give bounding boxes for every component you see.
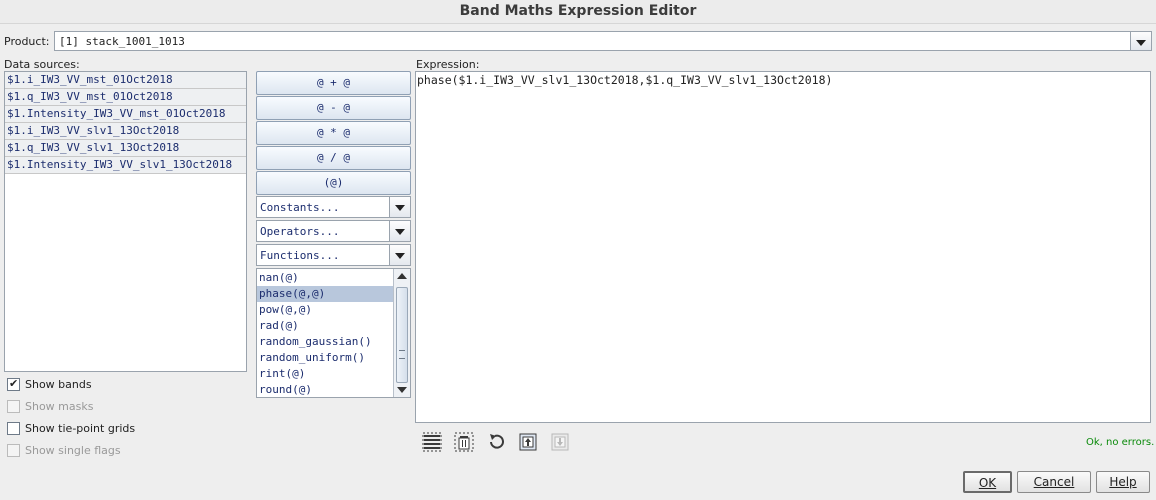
show-masks-checkbox[interactable]	[7, 400, 20, 413]
list-item[interactable]: random_uniform()	[257, 350, 394, 366]
import-icon[interactable]	[518, 432, 538, 452]
show-tie-point-grids-checkbox[interactable]	[7, 422, 20, 435]
constants-dropdown[interactable]: Constants...	[256, 196, 411, 218]
expression-label: Expression:	[416, 58, 480, 71]
grip-icon	[399, 350, 405, 359]
parentheses-button[interactable]: (@)	[256, 171, 411, 195]
list-item[interactable]: $1.i_IW3_VV_slv1_13Oct2018	[5, 123, 246, 140]
show-masks-label: Show masks	[25, 400, 94, 413]
functions-list[interactable]: nan(@) phase(@,@) pow(@,@) rad(@) random…	[256, 268, 411, 398]
expression-text: phase($1.i_IW3_VV_slv1_13Oct2018,$1.q_IW…	[417, 73, 833, 87]
divide-operator-button[interactable]: @ / @	[256, 146, 411, 170]
ok-button[interactable]: OK	[963, 471, 1012, 493]
show-tie-point-grids-label: Show tie-point grids	[25, 422, 136, 435]
list-item[interactable]: $1.Intensity_IW3_VV_mst_01Oct2018	[5, 106, 246, 123]
list-item[interactable]: round(@)	[257, 382, 394, 397]
export-icon[interactable]	[550, 432, 570, 452]
operators-dropdown[interactable]: Operators...	[256, 220, 411, 242]
subtract-operator-button[interactable]: @ - @	[256, 96, 411, 120]
status-message: Ok, no errors.	[1086, 437, 1155, 448]
data-sources-label: Data sources:	[4, 58, 80, 71]
chevron-down-icon[interactable]	[1130, 32, 1151, 50]
show-bands-label: Show bands	[25, 378, 92, 391]
cancel-button-label: Cancel	[1033, 475, 1075, 489]
product-combo[interactable]: [1] stack_1001_1013	[54, 31, 1152, 51]
window-title: Band Maths Expression Editor	[0, 0, 1156, 24]
list-item-selected[interactable]: phase(@,@)	[257, 286, 394, 302]
chevron-down-icon[interactable]	[389, 221, 410, 241]
help-button[interactable]: Help	[1096, 471, 1150, 493]
list-item[interactable]: rad(@)	[257, 318, 394, 334]
list-item[interactable]: $1.Intensity_IW3_VV_slv1_13Oct2018	[5, 157, 246, 174]
help-button-label: Help	[1109, 475, 1137, 489]
list-item[interactable]: $1.q_IW3_VV_slv1_13Oct2018	[5, 140, 246, 157]
list-item[interactable]: $1.q_IW3_VV_mst_01Oct2018	[5, 89, 246, 106]
undo-icon[interactable]	[486, 432, 506, 452]
product-value: [1] stack_1001_1013	[59, 35, 185, 48]
delete-icon[interactable]	[454, 432, 474, 452]
scroll-down-icon[interactable]	[397, 387, 407, 393]
cancel-button[interactable]: Cancel	[1017, 471, 1091, 493]
show-single-flags-label: Show single flags	[25, 444, 121, 457]
list-item[interactable]: random_gaussian()	[257, 334, 394, 350]
list-item[interactable]: rint(@)	[257, 366, 394, 382]
show-single-flags-checkbox[interactable]	[7, 444, 20, 457]
constants-label: Constants...	[260, 201, 340, 214]
vertical-scrollbar[interactable]	[393, 269, 410, 397]
functions-label: Functions...	[260, 249, 340, 262]
show-bands-checkbox[interactable]	[7, 377, 20, 391]
multiply-operator-button[interactable]: @ * @	[256, 121, 411, 145]
ok-button-label: OK	[978, 476, 997, 490]
product-label: Product:	[4, 35, 50, 48]
list-item[interactable]: nan(@)	[257, 270, 394, 286]
scrollbar-thumb[interactable]	[396, 287, 408, 383]
expression-textarea[interactable]: phase($1.i_IW3_VV_slv1_13Oct2018,$1.q_IW…	[415, 71, 1151, 423]
chevron-down-icon[interactable]	[389, 197, 410, 217]
functions-dropdown[interactable]: Functions...	[256, 244, 411, 266]
list-item[interactable]: pow(@,@)	[257, 302, 394, 318]
list-item[interactable]: $1.i_IW3_VV_mst_01Oct2018	[5, 72, 246, 89]
select-all-icon[interactable]	[422, 432, 442, 452]
chevron-down-icon[interactable]	[389, 245, 410, 265]
data-sources-list[interactable]: $1.i_IW3_VV_mst_01Oct2018 $1.q_IW3_VV_ms…	[4, 71, 247, 372]
scroll-up-icon[interactable]	[397, 273, 407, 279]
add-operator-button[interactable]: @ + @	[256, 71, 411, 95]
operators-label: Operators...	[260, 225, 340, 238]
